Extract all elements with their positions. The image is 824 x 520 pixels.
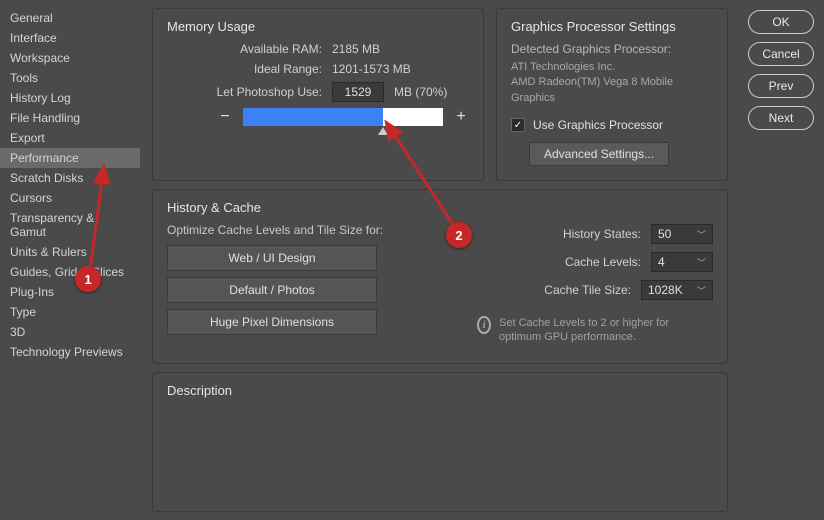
memory-decrease-button[interactable]: − [217,108,233,126]
preset-huge-pixel-button[interactable]: Huge Pixel Dimensions [167,309,377,335]
sidebar-item-cursors[interactable]: Cursors [0,188,140,208]
sidebar-item-interface[interactable]: Interface [0,28,140,48]
gpu-detected-label: Detected Graphics Processor: [511,42,713,56]
ideal-range-label: Ideal Range: [167,62,322,76]
sidebar-item-type[interactable]: Type [0,302,140,322]
let-photoshop-use-label: Let Photoshop Use: [167,85,322,99]
cache-note: Set Cache Levels to 2 or higher for opti… [499,316,713,345]
preset-default-photos-button[interactable]: Default / Photos [167,277,377,303]
sidebar-item-units-rulers[interactable]: Units & Rulers [0,242,140,262]
next-button[interactable]: Next [748,106,814,130]
sidebar-item-3d[interactable]: 3D [0,322,140,342]
cache-levels-select[interactable]: 4 ﹀ [651,252,713,272]
use-gpu-label: Use Graphics Processor [533,118,663,132]
chevron-down-icon: ﹀ [697,284,706,297]
history-states-select[interactable]: 50 ﹀ [651,224,713,244]
chevron-down-icon: ﹀ [697,256,706,269]
sidebar-item-plug-ins[interactable]: Plug-Ins [0,282,140,302]
sidebar-item-scratch-disks[interactable]: Scratch Disks [0,168,140,188]
ideal-range-value: 1201-1573 MB [332,62,411,76]
description-title: Description [167,383,713,398]
sidebar-item-file-handling[interactable]: File Handling [0,108,140,128]
sidebar-item-transparency-gamut[interactable]: Transparency & Gamut [0,208,140,242]
cache-levels-label: Cache Levels: [565,255,641,269]
use-gpu-checkbox[interactable]: ✓ [511,118,525,132]
memory-slider-thumb[interactable] [378,127,388,135]
history-states-label: History States: [563,227,641,241]
chevron-down-icon: ﹀ [697,228,706,241]
gpu-vendor: ATI Technologies Inc. [511,60,713,75]
cache-tile-size-label: Cache Tile Size: [544,283,631,297]
memory-usage-title: Memory Usage [167,19,469,34]
memory-input[interactable] [332,82,384,102]
sidebar-item-history-log[interactable]: History Log [0,88,140,108]
annotation-badge-2: 2 [446,222,472,248]
sidebar-item-performance[interactable]: Performance [0,148,140,168]
sidebar-item-general[interactable]: General [0,8,140,28]
history-cache-title: History & Cache [167,200,407,215]
memory-slider[interactable] [243,108,443,126]
dialog-buttons: OK Cancel Prev Next [740,0,824,520]
memory-slider-fill [243,108,383,126]
available-ram-value: 2185 MB [332,42,380,56]
annotation-badge-1: 1 [75,266,101,292]
history-cache-panel: History & Cache Optimize Cache Levels an… [152,189,728,364]
sidebar-item-workspace[interactable]: Workspace [0,48,140,68]
prev-button[interactable]: Prev [748,74,814,98]
gpu-info: ATI Technologies Inc. AMD Radeon(TM) Veg… [511,60,713,106]
ok-button[interactable]: OK [748,10,814,34]
gpu-panel: Graphics Processor Settings Detected Gra… [496,8,728,181]
memory-suffix: MB (70%) [394,85,447,99]
cancel-button[interactable]: Cancel [748,42,814,66]
cache-tile-size-select[interactable]: 1028K ﹀ [641,280,713,300]
main-content: Memory Usage Available RAM: 2185 MB Idea… [140,0,740,520]
preset-web-ui-button[interactable]: Web / UI Design [167,245,377,271]
sidebar-item-guides-grid-slices[interactable]: Guides, Grid & Slices [0,262,140,282]
gpu-title: Graphics Processor Settings [511,19,713,34]
gpu-model: AMD Radeon(TM) Vega 8 Mobile Graphics [511,75,713,106]
optimize-label: Optimize Cache Levels and Tile Size for: [167,223,407,237]
memory-usage-panel: Memory Usage Available RAM: 2185 MB Idea… [152,8,484,181]
available-ram-label: Available RAM: [167,42,322,56]
description-panel: Description [152,372,728,512]
info-icon: i [477,316,491,334]
advanced-settings-button[interactable]: Advanced Settings... [529,142,669,166]
preferences-sidebar: General Interface Workspace Tools Histor… [0,0,140,520]
sidebar-item-technology-previews[interactable]: Technology Previews [0,342,140,362]
sidebar-item-export[interactable]: Export [0,128,140,148]
sidebar-item-tools[interactable]: Tools [0,68,140,88]
memory-increase-button[interactable]: + [453,108,469,126]
